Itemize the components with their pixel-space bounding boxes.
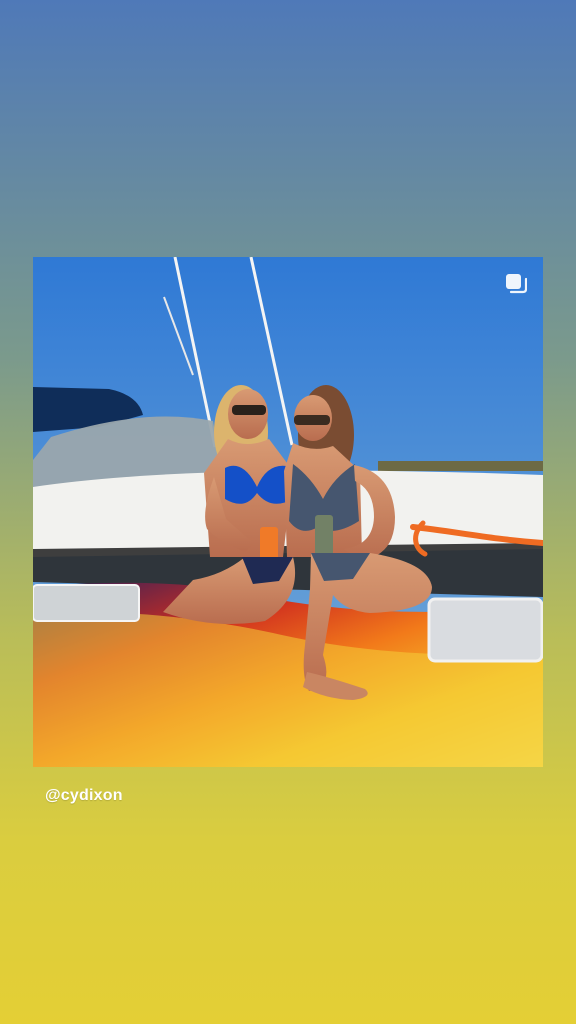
username-label[interactable]: @cydixon [45, 787, 123, 805]
right-hatch [427, 597, 543, 663]
boat-photo [33, 257, 543, 767]
gray-can [315, 515, 333, 557]
shoreline [378, 461, 543, 471]
left-sunglasses [232, 405, 266, 415]
left-hatch [33, 584, 140, 622]
right-sunglasses [294, 415, 330, 425]
shared-post-image[interactable] [33, 257, 543, 767]
multiple-posts-icon [506, 274, 527, 294]
